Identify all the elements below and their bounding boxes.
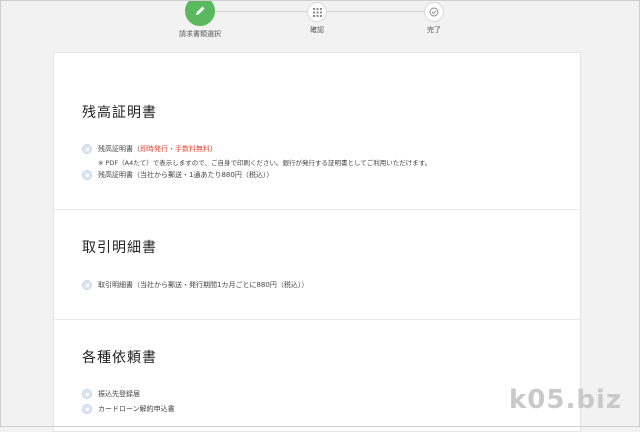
radio-button[interactable] bbox=[82, 144, 92, 154]
section-title-transaction-statement: 取引明細書 bbox=[82, 240, 157, 256]
step-label-confirm: 確認 bbox=[310, 26, 324, 34]
option-label: 振込先登録届 bbox=[98, 390, 140, 398]
stepper-line bbox=[317, 11, 434, 12]
pencil-icon bbox=[185, 0, 215, 26]
site-watermark: k05.biz bbox=[508, 385, 622, 415]
radio-button[interactable] bbox=[82, 170, 92, 180]
option-balance-certificate-instant[interactable]: 残高証明書（ 即時発行・手数料無料） bbox=[82, 144, 217, 154]
stepper-line bbox=[200, 11, 317, 12]
section-divider bbox=[54, 319, 580, 320]
option-label: 取引明細書（当社から郵送・発行期間1カ月ごとに880円（税込）） bbox=[98, 281, 309, 289]
option-card-loan-cancellation[interactable]: カードローン解約申込書 bbox=[82, 404, 175, 414]
step-label-complete: 完了 bbox=[427, 26, 441, 34]
document-selection-card: 残高証明書 残高証明書（ 即時発行・手数料無料） ※ PDF（A4たて）で表示しま… bbox=[53, 52, 581, 432]
section-title-balance-certificate: 残高証明書 bbox=[82, 105, 157, 121]
option-transfer-registration[interactable]: 振込先登録届 bbox=[82, 389, 140, 399]
step-label-select: 請求書類選択 bbox=[179, 30, 221, 38]
option-label: 残高証明書（ bbox=[98, 145, 140, 153]
radio-button[interactable] bbox=[82, 389, 92, 399]
option-label-suffix: ） bbox=[210, 145, 217, 153]
progress-stepper: 請求書類選択 確認 完了 bbox=[0, 0, 640, 48]
option-highlight: 即時発行・手数料無料 bbox=[140, 145, 210, 153]
option-balance-certificate-mail[interactable]: 残高証明書（当社から郵送・1通あたり880円（税込）） bbox=[82, 170, 273, 180]
radio-button[interactable] bbox=[82, 404, 92, 414]
option-note: ※ PDF（A4たて）で表示しますので、ご自身で印刷ください。銀行が発行する証明… bbox=[98, 159, 432, 167]
option-label: 残高証明書（当社から郵送・1通あたり880円（税込）） bbox=[98, 171, 274, 179]
option-label: カードローン解約申込書 bbox=[98, 405, 175, 413]
check-icon bbox=[424, 2, 444, 22]
radio-button[interactable] bbox=[82, 280, 92, 290]
option-transaction-statement-mail[interactable]: 取引明細書（当社から郵送・発行期間1カ月ごとに880円（税込）） bbox=[82, 280, 308, 290]
section-title-request-forms: 各種依頼書 bbox=[82, 350, 157, 366]
grid-icon bbox=[307, 2, 327, 22]
section-divider bbox=[54, 209, 580, 210]
